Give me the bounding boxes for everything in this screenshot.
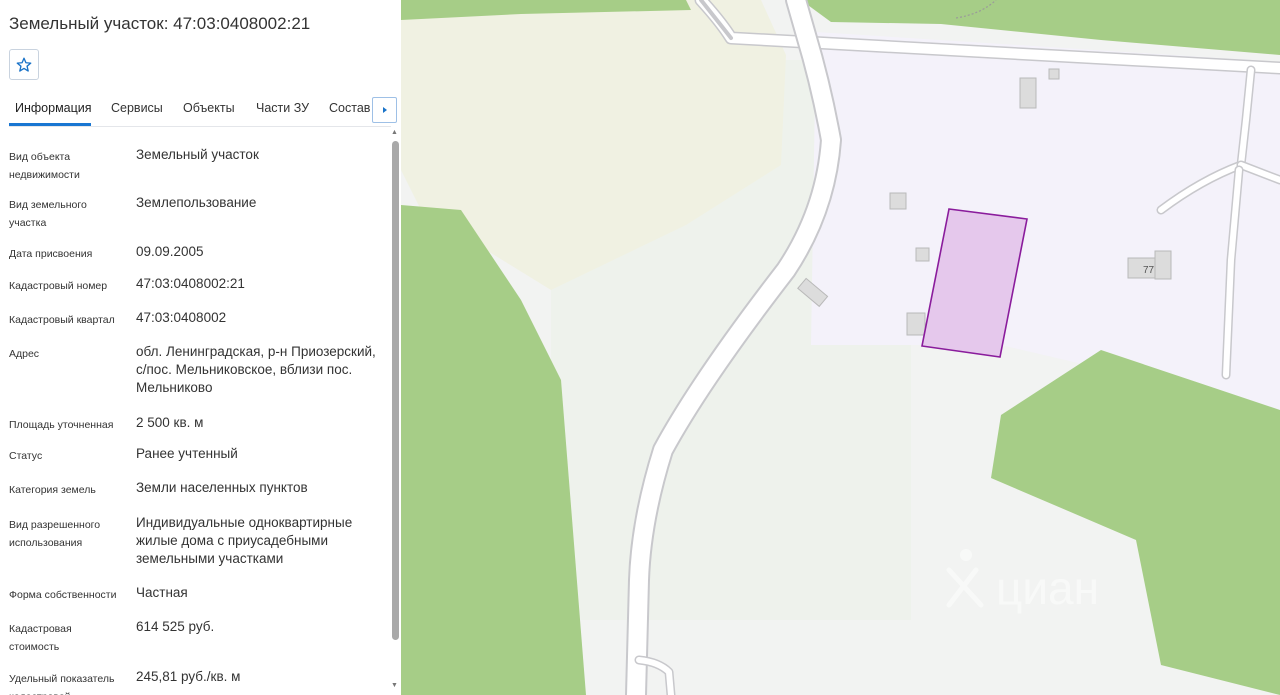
- favorite-button[interactable]: [9, 49, 39, 80]
- field-label: Дата присвоения: [9, 248, 93, 260]
- star-outline-icon: [16, 57, 32, 72]
- map-building: [906, 312, 926, 336]
- map-building: [1019, 77, 1037, 109]
- field-value: 245,81 руб./кв. м: [136, 669, 241, 684]
- watermark-text: циан: [996, 562, 1099, 614]
- field-label: Кадастровый квартал: [9, 314, 115, 326]
- field-label: Форма собственности: [9, 589, 117, 601]
- field-value: Земли населенных пунктов: [136, 480, 308, 495]
- tab-info[interactable]: Информация: [15, 101, 92, 115]
- field-label: Категория земель: [9, 484, 96, 496]
- field-label: Вид объекта недвижимости: [9, 151, 80, 181]
- tab-objects[interactable]: Объекты: [183, 101, 235, 115]
- field-value: Землепользование: [136, 195, 257, 210]
- tab-services[interactable]: Сервисы: [111, 101, 163, 115]
- map-canvas[interactable]: 77 циан: [401, 0, 1280, 695]
- field-label: Кадастровая стоимость: [9, 623, 72, 653]
- map-building: [889, 192, 907, 210]
- field-value: 2 500 кв. м: [136, 415, 204, 430]
- field-label: Кадастровый номер: [9, 280, 108, 292]
- map-building: [1048, 68, 1060, 80]
- map-building: [915, 247, 930, 262]
- field-value: Земельный участок: [136, 147, 259, 162]
- tabs-scroll-right-button[interactable]: [372, 97, 397, 123]
- field-value: Ранее учтенный: [136, 446, 238, 461]
- field-value: обл. Ленинградская, р-н Приозерский, с/п…: [136, 344, 376, 395]
- building-number-label: 77: [1143, 265, 1155, 276]
- field-label: Удельный показатель кадастровой стоимост…: [9, 673, 115, 695]
- scroll-up-arrow-icon[interactable]: ▲: [391, 129, 398, 136]
- field-label: Вид земельного участка: [9, 199, 87, 229]
- tab-composition[interactable]: Состав: [329, 101, 370, 115]
- field-label: Адрес: [9, 348, 40, 360]
- scrollbar-thumb[interactable]: [392, 141, 399, 640]
- field-value: 47:03:0408002:21: [136, 276, 245, 291]
- field-value: 47:03:0408002: [136, 310, 227, 325]
- info-panel: Земельный участок: 47:03:0408002:21 Инфо…: [0, 0, 401, 695]
- map-building: [1154, 250, 1172, 280]
- field-label: Статус: [9, 450, 43, 462]
- field-value: Частная: [136, 585, 188, 600]
- tab-bar: Информация Сервисы Объекты Части ЗУ Сост…: [9, 92, 391, 127]
- field-value: 614 525 руб.: [136, 619, 215, 634]
- field-label: Площадь уточненная: [9, 419, 114, 431]
- active-tab-indicator: [9, 123, 91, 126]
- tab-parts[interactable]: Части ЗУ: [256, 101, 309, 115]
- page-title: Земельный участок: 47:03:0408002:21: [9, 14, 311, 33]
- scroll-down-arrow-icon[interactable]: ▼: [391, 682, 398, 689]
- field-value: 09.09.2005: [136, 244, 204, 259]
- triangle-right-icon: [382, 107, 387, 113]
- field-value: Индивидуальные одноквартирные жилые дома…: [136, 515, 353, 566]
- field-label: Вид разрешенного использования: [9, 519, 101, 549]
